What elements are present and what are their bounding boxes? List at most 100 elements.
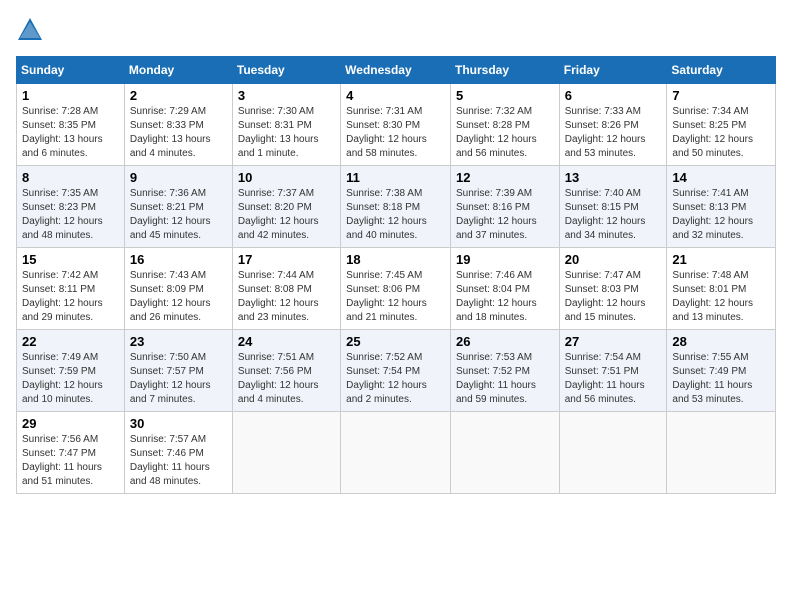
calendar-cell: 11 Sunrise: 7:38 AMSunset: 8:18 PMDaylig…: [341, 166, 451, 248]
col-header-thursday: Thursday: [450, 57, 559, 84]
day-info: Sunrise: 7:40 AMSunset: 8:15 PMDaylight:…: [565, 188, 646, 241]
calendar-cell: 15 Sunrise: 7:42 AMSunset: 8:11 PMDaylig…: [17, 248, 125, 330]
day-number: 28: [672, 334, 770, 349]
logo-icon: [16, 16, 44, 44]
col-header-wednesday: Wednesday: [341, 57, 451, 84]
calendar-header-row: SundayMondayTuesdayWednesdayThursdayFrid…: [17, 57, 776, 84]
calendar-week-4: 22 Sunrise: 7:49 AMSunset: 7:59 PMDaylig…: [17, 330, 776, 412]
day-info: Sunrise: 7:44 AMSunset: 8:08 PMDaylight:…: [238, 270, 319, 323]
col-header-monday: Monday: [124, 57, 232, 84]
day-info: Sunrise: 7:51 AMSunset: 7:56 PMDaylight:…: [238, 352, 319, 405]
day-number: 19: [456, 252, 554, 267]
calendar-cell: 9 Sunrise: 7:36 AMSunset: 8:21 PMDayligh…: [124, 166, 232, 248]
day-number: 2: [130, 88, 227, 103]
day-number: 23: [130, 334, 227, 349]
calendar-cell: 22 Sunrise: 7:49 AMSunset: 7:59 PMDaylig…: [17, 330, 125, 412]
day-info: Sunrise: 7:55 AMSunset: 7:49 PMDaylight:…: [672, 352, 752, 405]
day-number: 14: [672, 170, 770, 185]
day-info: Sunrise: 7:38 AMSunset: 8:18 PMDaylight:…: [346, 188, 427, 241]
calendar-cell: 2 Sunrise: 7:29 AMSunset: 8:33 PMDayligh…: [124, 84, 232, 166]
day-info: Sunrise: 7:35 AMSunset: 8:23 PMDaylight:…: [22, 188, 103, 241]
calendar-week-3: 15 Sunrise: 7:42 AMSunset: 8:11 PMDaylig…: [17, 248, 776, 330]
day-info: Sunrise: 7:48 AMSunset: 8:01 PMDaylight:…: [672, 270, 753, 323]
calendar-cell: 4 Sunrise: 7:31 AMSunset: 8:30 PMDayligh…: [341, 84, 451, 166]
calendar-cell: 26 Sunrise: 7:53 AMSunset: 7:52 PMDaylig…: [450, 330, 559, 412]
calendar-table: SundayMondayTuesdayWednesdayThursdayFrid…: [16, 56, 776, 494]
calendar-cell: [232, 412, 340, 494]
calendar-cell: [450, 412, 559, 494]
logo: [16, 16, 48, 44]
day-number: 8: [22, 170, 119, 185]
calendar-cell: [667, 412, 776, 494]
calendar-cell: 30 Sunrise: 7:57 AMSunset: 7:46 PMDaylig…: [124, 412, 232, 494]
day-info: Sunrise: 7:30 AMSunset: 8:31 PMDaylight:…: [238, 106, 319, 159]
day-number: 16: [130, 252, 227, 267]
calendar-cell: 20 Sunrise: 7:47 AMSunset: 8:03 PMDaylig…: [559, 248, 667, 330]
calendar-cell: [559, 412, 667, 494]
calendar-cell: 3 Sunrise: 7:30 AMSunset: 8:31 PMDayligh…: [232, 84, 340, 166]
calendar-cell: 13 Sunrise: 7:40 AMSunset: 8:15 PMDaylig…: [559, 166, 667, 248]
day-number: 10: [238, 170, 335, 185]
col-header-friday: Friday: [559, 57, 667, 84]
calendar-cell: 1 Sunrise: 7:28 AMSunset: 8:35 PMDayligh…: [17, 84, 125, 166]
calendar-cell: 28 Sunrise: 7:55 AMSunset: 7:49 PMDaylig…: [667, 330, 776, 412]
calendar-cell: [341, 412, 451, 494]
col-header-saturday: Saturday: [667, 57, 776, 84]
col-header-tuesday: Tuesday: [232, 57, 340, 84]
calendar-week-1: 1 Sunrise: 7:28 AMSunset: 8:35 PMDayligh…: [17, 84, 776, 166]
day-number: 29: [22, 416, 119, 431]
day-info: Sunrise: 7:34 AMSunset: 8:25 PMDaylight:…: [672, 106, 753, 159]
calendar-cell: 21 Sunrise: 7:48 AMSunset: 8:01 PMDaylig…: [667, 248, 776, 330]
day-number: 25: [346, 334, 445, 349]
day-info: Sunrise: 7:33 AMSunset: 8:26 PMDaylight:…: [565, 106, 646, 159]
day-info: Sunrise: 7:53 AMSunset: 7:52 PMDaylight:…: [456, 352, 536, 405]
day-info: Sunrise: 7:29 AMSunset: 8:33 PMDaylight:…: [130, 106, 211, 159]
day-info: Sunrise: 7:36 AMSunset: 8:21 PMDaylight:…: [130, 188, 211, 241]
calendar-cell: 25 Sunrise: 7:52 AMSunset: 7:54 PMDaylig…: [341, 330, 451, 412]
day-info: Sunrise: 7:49 AMSunset: 7:59 PMDaylight:…: [22, 352, 103, 405]
col-header-sunday: Sunday: [17, 57, 125, 84]
calendar-cell: 14 Sunrise: 7:41 AMSunset: 8:13 PMDaylig…: [667, 166, 776, 248]
calendar-cell: 18 Sunrise: 7:45 AMSunset: 8:06 PMDaylig…: [341, 248, 451, 330]
calendar-cell: 10 Sunrise: 7:37 AMSunset: 8:20 PMDaylig…: [232, 166, 340, 248]
calendar-week-2: 8 Sunrise: 7:35 AMSunset: 8:23 PMDayligh…: [17, 166, 776, 248]
day-number: 6: [565, 88, 662, 103]
calendar-cell: 24 Sunrise: 7:51 AMSunset: 7:56 PMDaylig…: [232, 330, 340, 412]
day-info: Sunrise: 7:42 AMSunset: 8:11 PMDaylight:…: [22, 270, 103, 323]
calendar-cell: 16 Sunrise: 7:43 AMSunset: 8:09 PMDaylig…: [124, 248, 232, 330]
page-header: [16, 16, 776, 44]
day-number: 12: [456, 170, 554, 185]
day-number: 13: [565, 170, 662, 185]
day-number: 27: [565, 334, 662, 349]
day-number: 11: [346, 170, 445, 185]
calendar-cell: 27 Sunrise: 7:54 AMSunset: 7:51 PMDaylig…: [559, 330, 667, 412]
calendar-cell: 12 Sunrise: 7:39 AMSunset: 8:16 PMDaylig…: [450, 166, 559, 248]
day-number: 24: [238, 334, 335, 349]
day-info: Sunrise: 7:52 AMSunset: 7:54 PMDaylight:…: [346, 352, 427, 405]
day-info: Sunrise: 7:56 AMSunset: 7:47 PMDaylight:…: [22, 434, 102, 487]
calendar-cell: 19 Sunrise: 7:46 AMSunset: 8:04 PMDaylig…: [450, 248, 559, 330]
day-info: Sunrise: 7:50 AMSunset: 7:57 PMDaylight:…: [130, 352, 211, 405]
day-info: Sunrise: 7:32 AMSunset: 8:28 PMDaylight:…: [456, 106, 537, 159]
calendar-week-5: 29 Sunrise: 7:56 AMSunset: 7:47 PMDaylig…: [17, 412, 776, 494]
day-number: 18: [346, 252, 445, 267]
day-number: 7: [672, 88, 770, 103]
day-info: Sunrise: 7:45 AMSunset: 8:06 PMDaylight:…: [346, 270, 427, 323]
day-info: Sunrise: 7:31 AMSunset: 8:30 PMDaylight:…: [346, 106, 427, 159]
day-info: Sunrise: 7:37 AMSunset: 8:20 PMDaylight:…: [238, 188, 319, 241]
day-info: Sunrise: 7:41 AMSunset: 8:13 PMDaylight:…: [672, 188, 753, 241]
day-number: 3: [238, 88, 335, 103]
calendar-cell: 7 Sunrise: 7:34 AMSunset: 8:25 PMDayligh…: [667, 84, 776, 166]
day-info: Sunrise: 7:39 AMSunset: 8:16 PMDaylight:…: [456, 188, 537, 241]
day-info: Sunrise: 7:46 AMSunset: 8:04 PMDaylight:…: [456, 270, 537, 323]
day-number: 17: [238, 252, 335, 267]
day-number: 1: [22, 88, 119, 103]
day-number: 30: [130, 416, 227, 431]
day-info: Sunrise: 7:47 AMSunset: 8:03 PMDaylight:…: [565, 270, 646, 323]
day-number: 26: [456, 334, 554, 349]
day-number: 5: [456, 88, 554, 103]
day-number: 22: [22, 334, 119, 349]
day-number: 20: [565, 252, 662, 267]
day-number: 4: [346, 88, 445, 103]
calendar-cell: 23 Sunrise: 7:50 AMSunset: 7:57 PMDaylig…: [124, 330, 232, 412]
